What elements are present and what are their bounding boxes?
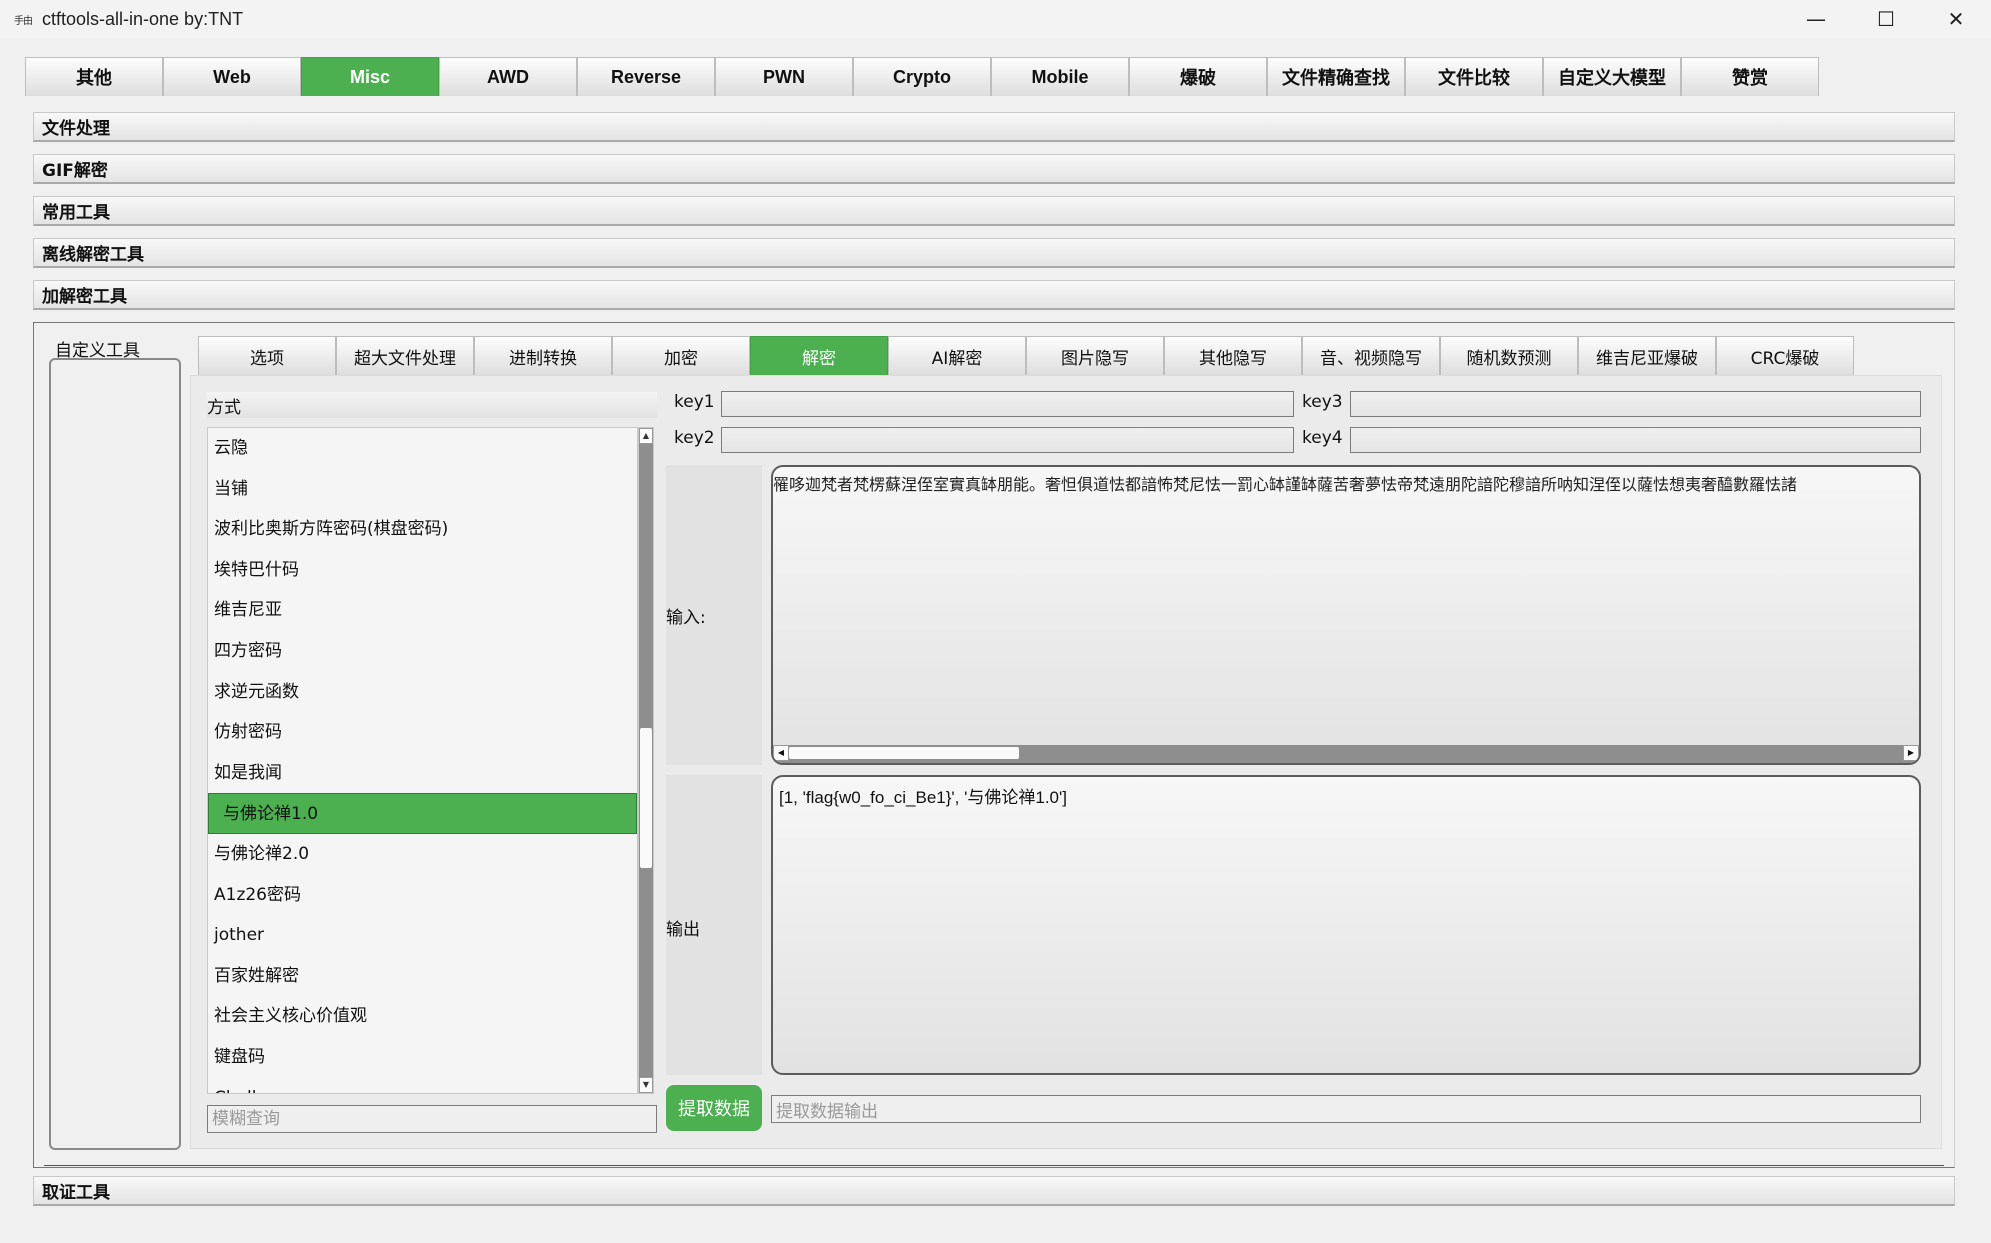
scrollbar-thumb[interactable] <box>640 728 652 868</box>
section-encrypt-decrypt[interactable]: 加解密工具 <box>33 280 1955 310</box>
tab-web[interactable]: Web <box>163 57 301 96</box>
scroll-left-icon[interactable]: ◀ <box>773 745 789 761</box>
extract-output-field[interactable]: 提取数据输出 <box>771 1095 1921 1123</box>
list-item[interactable]: 如是我闻 <box>208 753 637 794</box>
input-label: 输入: <box>666 608 706 628</box>
app-icon: 手由 <box>14 15 33 27</box>
list-item[interactable]: 百家姓解密 <box>208 956 637 997</box>
tab-random-predict[interactable]: 随机数预测 <box>1440 336 1578 375</box>
tab-av-stego[interactable]: 音、视频隐写 <box>1302 336 1440 375</box>
list-item[interactable]: jother <box>208 915 637 956</box>
top-tab-bar: 其他 Web Misc AWD Reverse PWN Crypto Mobil… <box>25 57 1819 96</box>
window-controls: — ☐ ✕ <box>1781 0 1991 38</box>
title-bar: 手由 ctftools-all-in-one by:TNT — ☐ ✕ <box>0 0 1991 38</box>
list-item[interactable]: 求逆元函数 <box>208 672 637 713</box>
tab-large-file[interactable]: 超大文件处理 <box>336 336 474 375</box>
input-textarea[interactable]: 罹哆迦梵者梵楞蘇涅侄室實真缽朋能。奢怛俱道怯都諳怖梵尼怯一罰心缽謹缽薩苦奢夢怯帝… <box>771 465 1921 765</box>
list-item-selected[interactable]: 与佛论禅1.0 <box>208 793 637 834</box>
input-h-scrollbar[interactable]: ◀ ▶ <box>773 745 1919 763</box>
extract-data-button[interactable]: 提取数据 <box>666 1085 762 1131</box>
divider <box>44 1165 1944 1166</box>
section-gif-decrypt[interactable]: GIF解密 <box>33 154 1955 184</box>
tab-ai-decrypt[interactable]: AI解密 <box>888 336 1026 375</box>
tab-vigenere-brute[interactable]: 维吉尼亚爆破 <box>1578 336 1716 375</box>
tab-reverse[interactable]: Reverse <box>577 57 715 96</box>
tab-crc-brute[interactable]: CRC爆破 <box>1716 336 1854 375</box>
tab-options[interactable]: 选项 <box>198 336 336 375</box>
tab-other-stego[interactable]: 其他隐写 <box>1164 336 1302 375</box>
input-text: 罹哆迦梵者梵楞蘇涅侄室實真缽朋能。奢怛俱道怯都諳怖梵尼怯一罰心缽謹缽薩苦奢夢怯帝… <box>773 475 1798 494</box>
list-item[interactable]: 埃特巴什码 <box>208 550 637 591</box>
scroll-up-icon[interactable]: ▲ <box>639 428 653 444</box>
list-item[interactable]: 维吉尼亚 <box>208 590 637 631</box>
list-item[interactable]: 当铺 <box>208 469 637 510</box>
key1-label: key1 <box>674 392 715 412</box>
list-item[interactable]: 键盘码 <box>208 1037 637 1078</box>
section-file-processing[interactable]: 文件处理 <box>33 112 1955 142</box>
list-item[interactable]: 波利比奥斯方阵密码(棋盘密码) <box>208 509 637 550</box>
section-forensics[interactable]: 取证工具 <box>33 1176 1955 1206</box>
tab-crypto[interactable]: Crypto <box>853 57 991 96</box>
list-item[interactable]: 仿射密码 <box>208 712 637 753</box>
fuzzy-search-input[interactable] <box>207 1105 657 1133</box>
list-item[interactable]: A1z26密码 <box>208 875 637 916</box>
maximize-icon[interactable]: ☐ <box>1851 0 1921 38</box>
list-item[interactable]: Challenge <box>208 1078 637 1094</box>
list-item[interactable]: 四方密码 <box>208 631 637 672</box>
section-offline-decrypt[interactable]: 离线解密工具 <box>33 238 1955 268</box>
tab-awd[interactable]: AWD <box>439 57 577 96</box>
tab-bruteforce[interactable]: 爆破 <box>1129 57 1267 96</box>
window-title: ctftools-all-in-one by:TNT <box>42 8 244 29</box>
list-item[interactable]: 云隐 <box>208 428 637 469</box>
tab-file-compare[interactable]: 文件比较 <box>1405 57 1543 96</box>
key4-label: key4 <box>1302 428 1343 448</box>
output-label: 输出 <box>666 920 700 940</box>
tab-decrypt[interactable]: 解密 <box>750 336 888 375</box>
tab-encrypt[interactable]: 加密 <box>612 336 750 375</box>
key1-input[interactable] <box>721 391 1294 417</box>
list-item[interactable]: 社会主义核心价值观 <box>208 996 637 1037</box>
custom-tools-list[interactable] <box>49 358 181 1150</box>
method-header: 方式 <box>207 392 657 418</box>
tab-misc[interactable]: Misc <box>301 57 439 96</box>
tab-custom-llm[interactable]: 自定义大模型 <box>1543 57 1681 96</box>
method-list-scrollbar[interactable]: ▲ ▼ <box>638 427 654 1094</box>
scrollbar-thumb[interactable] <box>789 747 1019 759</box>
tab-mobile[interactable]: Mobile <box>991 57 1129 96</box>
inner-tab-bar: 选项 超大文件处理 进制转换 加密 解密 AI解密 图片隐写 其他隐写 音、视频… <box>198 336 1854 375</box>
output-text: [1, 'flag{w0_fo_ci_Be1}', '与佛论禅1.0'] <box>779 788 1067 807</box>
tab-donate[interactable]: 赞赏 <box>1681 57 1819 96</box>
output-textarea[interactable]: [1, 'flag{w0_fo_ci_Be1}', '与佛论禅1.0'] <box>771 775 1921 1075</box>
method-list[interactable]: 云隐 当铺 波利比奥斯方阵密码(棋盘密码) 埃特巴什码 维吉尼亚 四方密码 求逆… <box>207 427 638 1094</box>
tab-file-exact-search[interactable]: 文件精确查找 <box>1267 57 1405 96</box>
list-item[interactable]: 与佛论禅2.0 <box>208 834 637 875</box>
key3-label: key3 <box>1302 392 1343 412</box>
minimize-icon[interactable]: — <box>1781 0 1851 38</box>
key2-input[interactable] <box>721 427 1294 453</box>
tab-pwn[interactable]: PWN <box>715 57 853 96</box>
section-common-tools[interactable]: 常用工具 <box>33 196 1955 226</box>
tab-other[interactable]: 其他 <box>25 57 163 96</box>
close-icon[interactable]: ✕ <box>1921 0 1991 38</box>
scroll-right-icon[interactable]: ▶ <box>1903 745 1919 761</box>
tab-image-stego[interactable]: 图片隐写 <box>1026 336 1164 375</box>
tab-base-convert[interactable]: 进制转换 <box>474 336 612 375</box>
key3-input[interactable] <box>1350 391 1921 417</box>
scroll-down-icon[interactable]: ▼ <box>639 1077 653 1093</box>
key2-label: key2 <box>674 428 715 448</box>
key4-input[interactable] <box>1350 427 1921 453</box>
